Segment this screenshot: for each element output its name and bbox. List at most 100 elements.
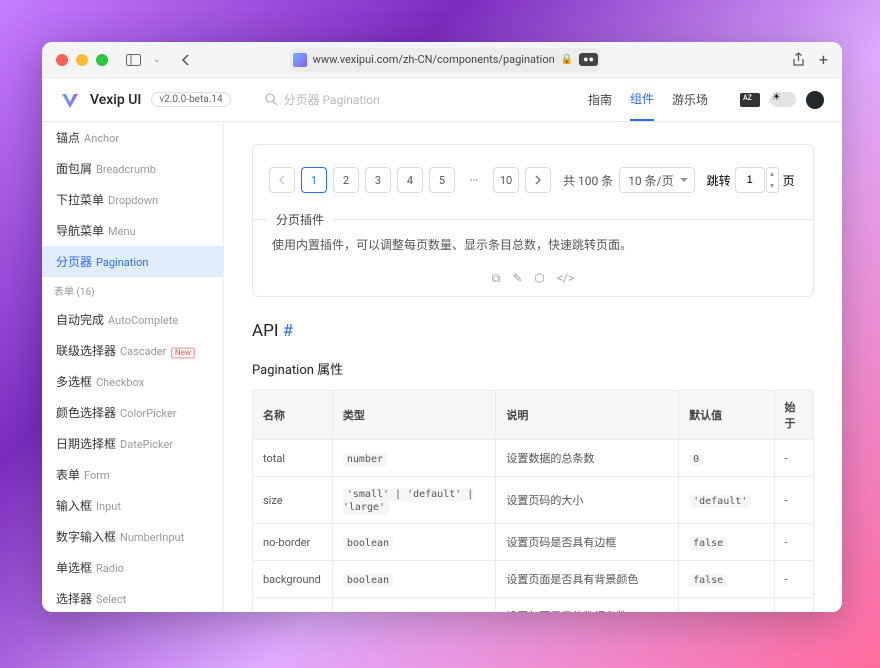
sidebar-item-anchor[interactable]: 锚点Anchor bbox=[42, 122, 223, 153]
nav-components[interactable]: 组件 bbox=[630, 78, 654, 121]
sidebar-item-autocomplete[interactable]: 自动完成AutoComplete bbox=[42, 304, 223, 335]
traffic-lights bbox=[56, 54, 108, 66]
page-button[interactable]: 10 bbox=[493, 167, 519, 193]
jump-input[interactable] bbox=[735, 167, 765, 193]
cell-type: number bbox=[332, 598, 496, 613]
app-header: Vexip UI v2.0.0-beta.14 分页器 Pagination 指… bbox=[42, 78, 842, 122]
cell-since: - bbox=[774, 477, 813, 524]
sidebar-item-numberinput[interactable]: 数字输入框NumberInput bbox=[42, 521, 223, 552]
page-button[interactable]: 3 bbox=[365, 167, 391, 193]
anchor-hash-icon[interactable]: # bbox=[283, 321, 293, 341]
page-ellipsis[interactable]: ··· bbox=[461, 167, 487, 193]
sidebar-item-form[interactable]: 表单Form bbox=[42, 459, 223, 490]
sidebar-section-form: 表单 (16) bbox=[42, 277, 223, 304]
nav-playground[interactable]: 游乐场 bbox=[672, 79, 708, 120]
cell-name: page-size bbox=[253, 598, 333, 613]
demo-description: 使用内置插件，可以调整每页数量、显示条目总数，快速跳转页面。 bbox=[252, 220, 814, 263]
cell-default: false bbox=[679, 524, 774, 561]
cell-desc: 设置页码的大小 bbox=[496, 477, 679, 524]
col-type: 类型 bbox=[332, 391, 496, 440]
cell-since: - bbox=[774, 524, 813, 561]
new-badge: New bbox=[172, 348, 195, 359]
chevron-down-icon: ▼ bbox=[767, 180, 778, 192]
cell-name: background bbox=[253, 561, 333, 598]
codepen-icon[interactable]: ⬡ bbox=[534, 271, 544, 286]
browser-window: ⌄ www.vexipui.com/zh-CN/components/pagin… bbox=[42, 42, 842, 612]
lock-icon: 🔒 bbox=[561, 54, 573, 65]
sidebar-item-pagination[interactable]: 分页器Pagination bbox=[42, 246, 223, 277]
chevron-down-icon[interactable]: ⌄ bbox=[153, 55, 161, 65]
cell-default: 'default' bbox=[679, 477, 774, 524]
sidebar-item-radio[interactable]: 单选框Radio bbox=[42, 552, 223, 583]
sidebar-item-checkbox[interactable]: 多选框Checkbox bbox=[42, 366, 223, 397]
prev-page-button[interactable] bbox=[269, 167, 295, 193]
titlebar: ⌄ www.vexipui.com/zh-CN/components/pagin… bbox=[42, 42, 842, 78]
col-desc: 说明 bbox=[496, 391, 679, 440]
sidebar-item-datepicker[interactable]: 日期选择框DatePicker bbox=[42, 428, 223, 459]
sidebar-item-menu[interactable]: 导航菜单Menu bbox=[42, 215, 223, 246]
col-since: 始于 bbox=[774, 391, 813, 440]
sidebar-item-cascader[interactable]: 联级选择器CascaderNew bbox=[42, 335, 223, 366]
cell-type: boolean bbox=[332, 561, 496, 598]
logo-icon bbox=[60, 90, 80, 110]
github-icon[interactable] bbox=[806, 91, 824, 109]
minimize-icon[interactable] bbox=[76, 54, 88, 66]
cell-name: total bbox=[253, 440, 333, 477]
url-bar[interactable]: www.vexipui.com/zh-CN/components/paginat… bbox=[290, 48, 600, 72]
chevron-up-icon: ▲ bbox=[767, 168, 778, 180]
demo-title: 分页插件 bbox=[268, 211, 332, 228]
theme-toggle[interactable]: ☀ bbox=[770, 92, 796, 107]
cell-desc: 设置页码是否具有边框 bbox=[496, 524, 679, 561]
edit-icon[interactable]: ✎ bbox=[512, 271, 522, 286]
cell-since: - bbox=[774, 440, 813, 477]
version-badge[interactable]: v2.0.0-beta.14 bbox=[151, 92, 230, 107]
total-label: 共 100 条 bbox=[563, 172, 613, 189]
language-toggle-icon[interactable] bbox=[740, 93, 760, 107]
page-size-select[interactable]: 10 条/页 bbox=[619, 167, 694, 193]
search-placeholder: 分页器 Pagination bbox=[284, 91, 380, 108]
jump-suffix: 页 bbox=[783, 172, 795, 189]
search-icon bbox=[265, 93, 278, 106]
copy-icon[interactable]: ⧉ bbox=[492, 271, 501, 286]
new-tab-icon[interactable]: + bbox=[819, 50, 828, 69]
api-subheading: Pagination 属性 bbox=[252, 359, 814, 378]
next-page-button[interactable] bbox=[525, 167, 551, 193]
cell-since: - bbox=[774, 561, 813, 598]
code-icon[interactable]: </> bbox=[557, 271, 574, 286]
page-button[interactable]: 2 bbox=[333, 167, 359, 193]
sidebar: 锚点Anchor 面包屑Breadcrumb 下拉菜单Dropdown 导航菜单… bbox=[42, 122, 224, 612]
table-row: total number 设置数据的总条数 0 - bbox=[253, 440, 814, 477]
url-text: www.vexipui.com/zh-CN/components/paginat… bbox=[313, 53, 555, 66]
share-icon[interactable] bbox=[792, 52, 805, 67]
jump-stepper[interactable]: ▲▼ bbox=[766, 167, 779, 193]
back-icon[interactable] bbox=[181, 54, 191, 66]
cell-default: 10 bbox=[679, 598, 774, 613]
sidebar-item-input[interactable]: 输入框Input bbox=[42, 490, 223, 521]
search-input[interactable]: 分页器 Pagination bbox=[265, 91, 380, 108]
sidebar-toggle-icon[interactable] bbox=[126, 54, 141, 66]
cell-since: - bbox=[774, 598, 813, 613]
table-row: page-size number 设置每页显示的数据条数 10 - bbox=[253, 598, 814, 613]
reader-badge[interactable]: ●● bbox=[579, 53, 598, 66]
demo-card: 1 2 3 4 5 ··· 10 共 100 条 10 条/页 跳转 bbox=[252, 144, 814, 297]
cell-name: size bbox=[253, 477, 333, 524]
api-table: 名称 类型 说明 默认值 始于 total number 设置数据的总条数 0 … bbox=[252, 390, 814, 612]
cell-default: false bbox=[679, 561, 774, 598]
nav-guide[interactable]: 指南 bbox=[588, 79, 612, 120]
sidebar-item-breadcrumb[interactable]: 面包屑Breadcrumb bbox=[42, 153, 223, 184]
zoom-icon[interactable] bbox=[96, 54, 108, 66]
table-row: background boolean 设置页面是否具有背景颜色 false - bbox=[253, 561, 814, 598]
page-button[interactable]: 5 bbox=[429, 167, 455, 193]
close-icon[interactable] bbox=[56, 54, 68, 66]
page-button[interactable]: 1 bbox=[301, 167, 327, 193]
cell-desc: 设置页面是否具有背景颜色 bbox=[496, 561, 679, 598]
site-icon bbox=[293, 53, 307, 67]
sidebar-item-dropdown[interactable]: 下拉菜单Dropdown bbox=[42, 184, 223, 215]
sidebar-item-colorpicker[interactable]: 颜色选择器ColorPicker bbox=[42, 397, 223, 428]
sidebar-item-select[interactable]: 选择器Select bbox=[42, 583, 223, 612]
pagination: 1 2 3 4 5 ··· 10 共 100 条 10 条/页 跳转 bbox=[269, 167, 797, 193]
col-default: 默认值 bbox=[679, 391, 774, 440]
jump-label: 跳转 bbox=[707, 172, 731, 189]
col-name: 名称 bbox=[253, 391, 333, 440]
page-button[interactable]: 4 bbox=[397, 167, 423, 193]
